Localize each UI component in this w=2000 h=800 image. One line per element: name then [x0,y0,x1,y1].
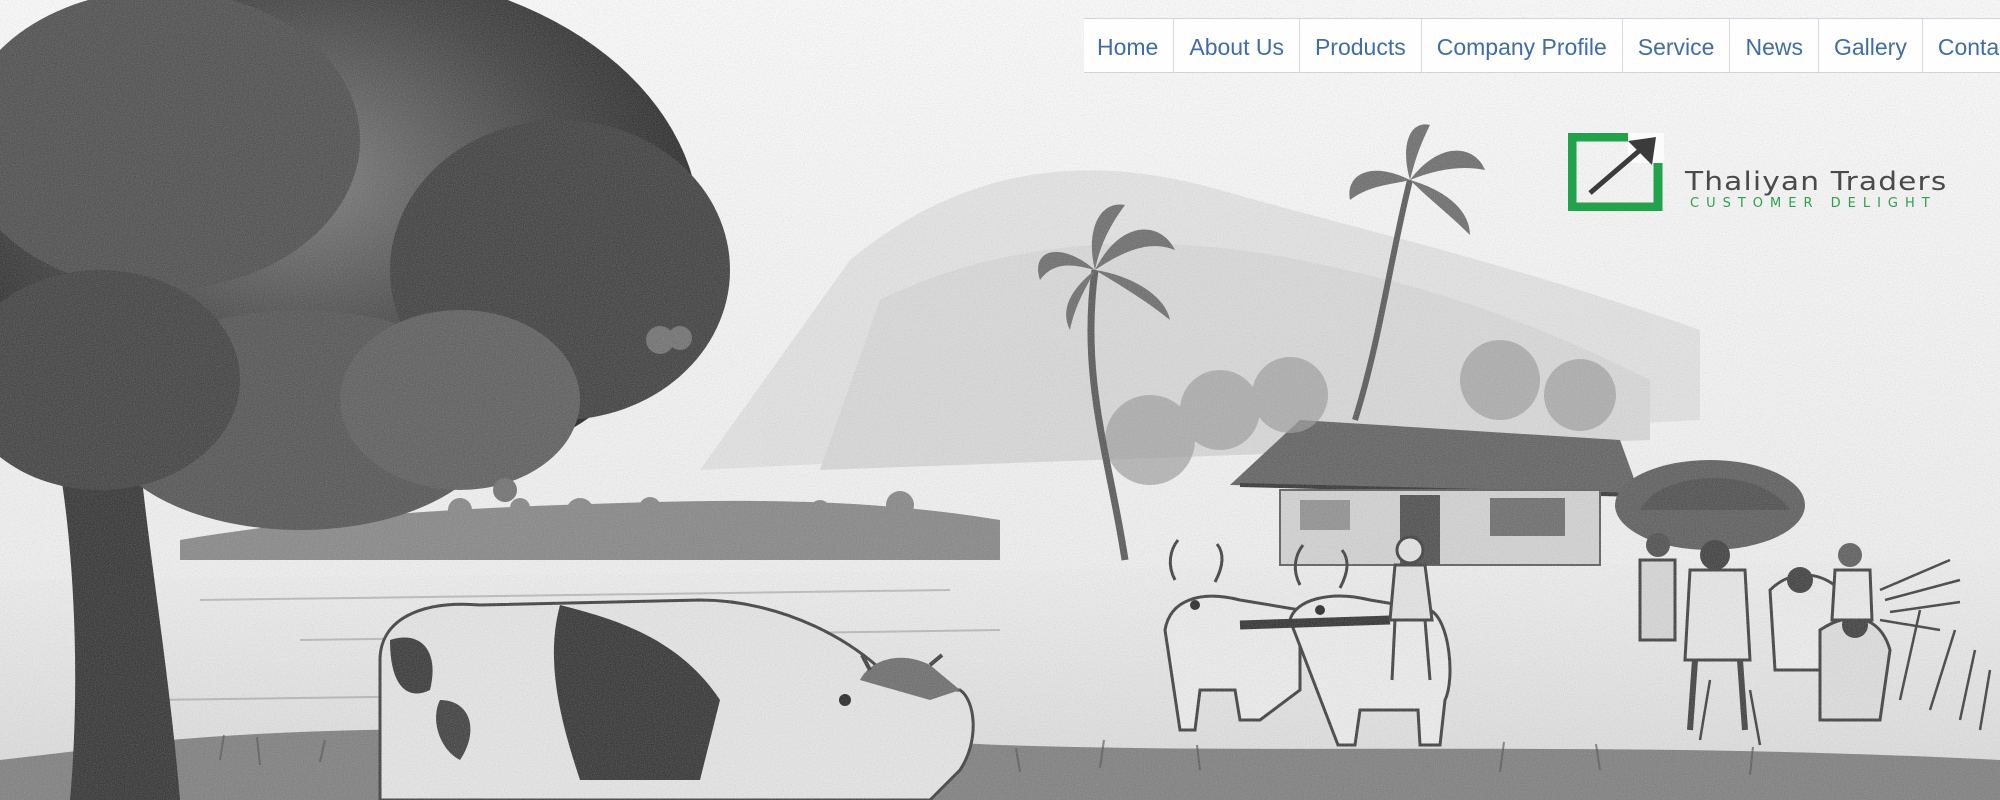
brand-name: Thaliyan Traders [1685,167,1948,197]
nav-gallery[interactable]: Gallery [1819,19,1923,72]
nav-service[interactable]: Service [1623,19,1731,72]
logo-icon [1568,133,1664,211]
nav-company-profile[interactable]: Company Profile [1422,19,1623,72]
nav-products[interactable]: Products [1300,19,1422,72]
hero-illustration [0,0,2000,800]
nav-contact[interactable]: Contact [1923,19,2000,72]
nav-home[interactable]: Home [1084,19,1175,72]
nav-news[interactable]: News [1730,19,1819,72]
brand-block[interactable]: Thaliyan Traders CUSTOMER DELIGHT [1568,133,1998,213]
main-nav: Home About Us Products Company Profile S… [1084,18,2000,73]
brand-tagline: CUSTOMER DELIGHT [1690,196,1937,211]
nav-about-us[interactable]: About Us [1174,19,1300,72]
